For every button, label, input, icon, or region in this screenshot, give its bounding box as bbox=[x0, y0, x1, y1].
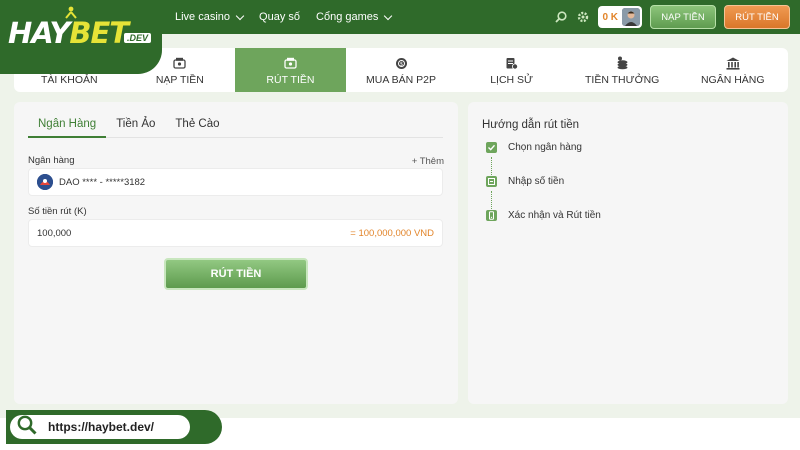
balance-display[interactable]: 0 K bbox=[598, 6, 642, 28]
step-connector bbox=[491, 191, 493, 209]
coins-icon bbox=[615, 56, 629, 70]
add-bank-label: Thêm bbox=[419, 156, 444, 167]
search-icon bbox=[16, 414, 38, 441]
url-pill: https://haybet.dev/ bbox=[10, 415, 190, 439]
tab-withdraw-label: RÚT TIỀN bbox=[266, 74, 315, 86]
withdraw-method-tabs: Ngân Hàng Tiền Ảo Thẻ Cào bbox=[28, 114, 443, 138]
amount-input[interactable]: 100,000 = 100,000,000 VND bbox=[28, 219, 443, 247]
chevron-down-icon bbox=[384, 11, 393, 20]
avatar[interactable] bbox=[622, 8, 640, 26]
guide-step-1: Chọn ngân hàng bbox=[486, 142, 582, 153]
guide-step-2: Nhập số tiền bbox=[486, 176, 564, 187]
submit-withdraw-button[interactable]: RÚT TIỀN bbox=[164, 258, 308, 290]
guide-step-1-label: Chọn ngân hàng bbox=[508, 142, 582, 153]
bank-select[interactable]: DAO **** - *****3182 bbox=[28, 168, 443, 196]
search-icon[interactable] bbox=[554, 10, 568, 24]
nav-quay-so[interactable]: Quay số bbox=[259, 11, 300, 23]
amount-input-value: 100,000 bbox=[37, 227, 72, 239]
guide-step-2-label: Nhập số tiền bbox=[508, 176, 565, 187]
nav-cong-games[interactable]: Cổng games bbox=[316, 11, 393, 23]
subtab-bank[interactable]: Ngân Hàng bbox=[28, 114, 107, 138]
chevron-down-icon bbox=[235, 11, 245, 20]
bank-select-value: DAO **** - *****3182 bbox=[59, 176, 146, 188]
edit-icon bbox=[486, 176, 497, 187]
nav-quay-so-label: Quay số bbox=[259, 11, 301, 23]
tab-bonus[interactable]: TIỀN THƯỞNG bbox=[567, 48, 678, 92]
amount-conversion: = 100,000,000 VND bbox=[350, 227, 434, 239]
url-badge[interactable]: https://haybet.dev/ bbox=[6, 410, 222, 444]
cash-out-icon bbox=[283, 56, 297, 70]
main-nav: Live casino Quay số Cổng games bbox=[175, 0, 393, 34]
withdraw-panel: Ngân Hàng Tiền Ảo Thẻ Cào Ngân hàng + Th… bbox=[14, 102, 458, 404]
settings-icon[interactable] bbox=[576, 10, 590, 24]
coin-exchange-icon: $ bbox=[394, 56, 408, 70]
nav-live-casino[interactable]: Live casino bbox=[175, 11, 245, 23]
step-connector bbox=[491, 157, 493, 175]
plus-icon: + bbox=[411, 156, 420, 167]
deposit-button[interactable]: NẠP TIỀN bbox=[650, 5, 716, 29]
guide-step-3: Xác nhận và Rút tiền bbox=[486, 210, 601, 221]
subtab-card[interactable]: Thẻ Cào bbox=[165, 114, 229, 138]
tab-history-label: LỊCH SỬ bbox=[490, 74, 533, 86]
logo-tld: .DEV bbox=[124, 33, 152, 43]
guide-step-3-label: Xác nhận và Rút tiền bbox=[508, 210, 601, 221]
nav-live-casino-label: Live casino bbox=[175, 11, 231, 23]
bank-logo-icon bbox=[37, 174, 53, 190]
subtab-crypto[interactable]: Tiền Ảo bbox=[106, 114, 165, 138]
withdraw-button[interactable]: RÚT TIỀN bbox=[724, 5, 790, 29]
check-icon bbox=[486, 142, 497, 153]
bank-icon bbox=[726, 56, 740, 70]
tab-p2p[interactable]: $ MUA BÁN P2P bbox=[346, 48, 457, 92]
tab-bonus-label: TIỀN THƯỞNG bbox=[584, 74, 660, 86]
add-bank-link[interactable]: + Thêm bbox=[412, 156, 444, 167]
tab-account-label: TÀI KHOẢN bbox=[40, 74, 98, 86]
wallet-icon bbox=[173, 56, 187, 70]
nav-cong-games-label: Cổng games bbox=[316, 11, 379, 23]
soccer-player-icon bbox=[65, 6, 77, 19]
history-icon bbox=[505, 56, 519, 70]
tab-bank[interactable]: NGÂN HÀNG bbox=[677, 48, 788, 92]
phone-icon bbox=[486, 210, 497, 221]
header-tools: 0 K NẠP TIỀN RÚT TIỀN bbox=[554, 5, 790, 29]
logo-text-hay: HAY bbox=[8, 16, 70, 50]
tab-bank-label: NGÂN HÀNG bbox=[700, 74, 765, 86]
bank-label: Ngân hàng bbox=[28, 155, 75, 166]
logo[interactable]: HAYBET .DEV bbox=[0, 0, 162, 74]
logo-text: HAYBET bbox=[8, 16, 129, 50]
amount-label: Số tiền rút (K) bbox=[28, 206, 87, 217]
tab-withdraw[interactable]: RÚT TIỀN bbox=[235, 48, 346, 92]
tab-deposit-label: NẠP TIỀN bbox=[155, 74, 204, 86]
guide-title: Hướng dẫn rút tiền bbox=[482, 119, 580, 131]
withdraw-guide-panel: Hướng dẫn rút tiền Chọn ngân hàng Nhập s… bbox=[468, 102, 788, 404]
tab-history[interactable]: LỊCH SỬ bbox=[456, 48, 567, 92]
balance-value: 0 K bbox=[602, 11, 618, 23]
tab-p2p-label: MUA BÁN P2P bbox=[366, 74, 437, 86]
svg-text:$: $ bbox=[399, 61, 402, 67]
logo-text-bet: BET bbox=[69, 16, 129, 50]
site-url: https://haybet.dev/ bbox=[48, 420, 155, 434]
